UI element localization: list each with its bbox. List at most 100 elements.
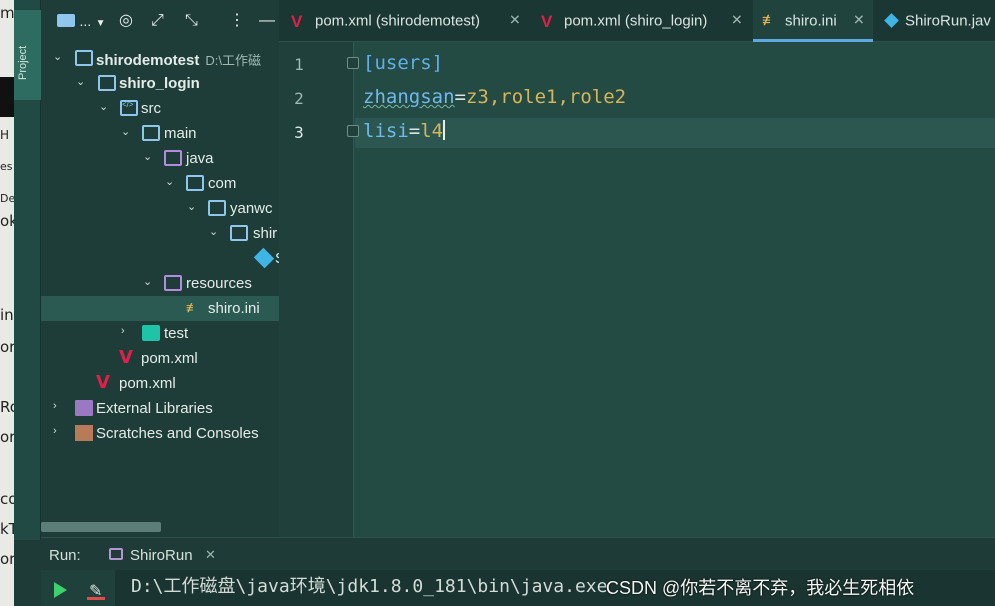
tab-pom-shiro-login[interactable]: V pom.xml (shiro_login) ✕	[529, 0, 751, 42]
tab-shiro-ini[interactable]: ≢ shiro.ini ✕	[753, 0, 873, 42]
project-view-dropdown[interactable]: ... ▼	[57, 12, 105, 33]
tree-item-shirodemotest[interactable]: ⌄ shirodemotest D:\工作磁	[41, 46, 279, 71]
tree-item-pom-login[interactable]: V pom.xml	[41, 346, 279, 371]
tree-item-pom-root[interactable]: V pom.xml	[41, 371, 279, 396]
chevron-down-icon[interactable]: ⌄	[187, 200, 199, 214]
tree-item-scratches[interactable]: › Scratches and Consoles	[41, 421, 279, 446]
class-icon	[884, 13, 899, 28]
chevron-down-icon[interactable]: ⌄	[121, 125, 133, 139]
fold-marker-icon[interactable]	[347, 125, 359, 137]
chevron-down-icon[interactable]: ⌄	[143, 150, 155, 164]
background-text: or	[0, 338, 14, 356]
close-icon[interactable]: ✕	[731, 12, 743, 29]
chevron-down-icon[interactable]: ⌄	[99, 100, 111, 114]
run-config-tab[interactable]: ShiroRun ✕	[101, 538, 225, 571]
project-toolbar: ... ▼ ◎ ⤢ ⤡ ⋮ —	[41, 0, 279, 42]
test-folder-icon	[142, 325, 160, 341]
more-icon[interactable]: ⋮	[229, 12, 245, 30]
run-toolbar: ✎	[41, 570, 115, 606]
tree-item-class[interactable]: S	[41, 246, 279, 271]
fold-marker-icon[interactable]	[347, 57, 359, 69]
background-text: Ro	[0, 398, 14, 416]
background-block	[0, 77, 14, 117]
tree-item-external-libraries[interactable]: › External Libraries	[41, 396, 279, 421]
target-icon[interactable]: ◎	[119, 12, 133, 30]
watermark: CSDN @你若不离不弃，我必生死相依	[606, 578, 915, 598]
chevron-down-icon[interactable]: ⌄	[53, 50, 65, 64]
background-text: kT	[0, 520, 14, 538]
tree-item-name: shirodemotest	[96, 52, 200, 69]
editor-tab-bar: V pom.xml (shirodemotest) ✕ V pom.xml (s…	[279, 0, 995, 42]
editor-gutter: 1 2 3	[279, 42, 354, 537]
expand-icon[interactable]: ⤢	[151, 12, 164, 30]
tree-item-shiro-package[interactable]: ⌄ shir	[41, 221, 279, 246]
ini-key: zhangsan	[363, 86, 455, 108]
chevron-down-icon: ▼	[95, 18, 106, 29]
tree-item-label: pom.xml	[119, 375, 176, 392]
tree-item-label: pom.xml	[141, 350, 198, 367]
close-icon[interactable]: ✕	[853, 12, 865, 29]
tab-label: pom.xml (shiro_login)	[564, 12, 708, 30]
tree-item-shiro-ini[interactable]: ≢ shiro.ini	[41, 296, 279, 321]
run-label: Run:	[49, 547, 81, 564]
ini-key: lisi	[363, 120, 409, 142]
background-text: H	[0, 128, 10, 142]
maven-icon: V	[96, 372, 110, 393]
code-editor[interactable]: 1 2 3 [users] zhangsan=z3,role1,role2 li…	[279, 42, 995, 537]
tree-item-path: D:\工作磁	[205, 53, 261, 68]
tree-item-src[interactable]: ⌄ src	[41, 96, 279, 121]
current-line-highlight	[355, 118, 995, 148]
chevron-right-icon[interactable]: ›	[53, 425, 65, 439]
folder-icon	[75, 50, 93, 66]
tree-item-label: yanwc	[230, 200, 273, 217]
project-tree: ⌄ shirodemotest D:\工作磁 ⌄ shiro_login ⌄ sr…	[41, 46, 279, 446]
chevron-down-icon[interactable]: ⌄	[165, 175, 177, 189]
horizontal-scrollbar[interactable]	[41, 522, 161, 532]
rerun-icon[interactable]	[54, 582, 67, 598]
dropdown-label: ...	[79, 13, 92, 29]
run-config-icon	[109, 548, 123, 560]
tree-item-java[interactable]: ⌄ java	[41, 146, 279, 171]
collapse-icon[interactable]: ⤡	[185, 12, 198, 30]
tab-label: pom.xml (shirodemotest)	[315, 12, 481, 30]
chevron-right-icon[interactable]: ›	[53, 400, 65, 414]
tree-item-test[interactable]: › test	[41, 321, 279, 346]
chevron-down-icon[interactable]: ⌄	[143, 275, 155, 289]
run-tool-header: Run: ShiroRun ✕	[41, 537, 995, 570]
project-tool-tab[interactable]: Project	[14, 10, 41, 100]
tree-item-main[interactable]: ⌄ main	[41, 121, 279, 146]
ini-value: z3,role1,role2	[465, 86, 627, 108]
tree-item-label: test	[164, 325, 189, 342]
wrench-icon[interactable]: ✎	[86, 581, 106, 601]
tree-item-yanwc[interactable]: ⌄ yanwc	[41, 196, 279, 221]
ini-file-icon: ≢	[186, 300, 199, 315]
background-window-edge: m H es De ok in or Ro or co kT or	[0, 0, 14, 606]
tab-label: ShiroRun.jav	[905, 12, 991, 30]
ide-window: m H es De ok in or Ro or co kT or Projec…	[0, 0, 995, 606]
code-line-3: lisi=l4	[363, 120, 446, 142]
chevron-down-icon[interactable]: ⌄	[209, 225, 221, 239]
tool-window-strip: Project	[14, 0, 41, 540]
close-icon[interactable]: ✕	[205, 547, 216, 563]
tab-shirorun[interactable]: ShiroRun.jav	[875, 0, 995, 42]
tree-item-com[interactable]: ⌄ com	[41, 171, 279, 196]
tree-item-resources[interactable]: ⌄ resources	[41, 271, 279, 296]
chevron-right-icon[interactable]: ›	[121, 325, 133, 339]
background-text: co	[0, 490, 14, 508]
tab-pom-shirodemotest[interactable]: V pom.xml (shirodemotest) ✕	[279, 0, 527, 42]
chevron-down-icon[interactable]: ⌄	[76, 75, 88, 89]
folder-icon	[186, 175, 204, 191]
background-text: ok	[0, 212, 14, 230]
tree-item-label: com	[208, 175, 237, 192]
background-text: De	[0, 192, 14, 205]
tree-item-shiro-login[interactable]: ⌄ shiro_login	[41, 71, 279, 96]
project-panel: ... ▼ ◎ ⤢ ⤡ ⋮ — ⌄ shirodemotest D:\工作磁 ⌄ …	[41, 0, 279, 540]
minimize-icon[interactable]: —	[259, 12, 275, 30]
maven-icon: V	[291, 12, 303, 31]
close-icon[interactable]: ✕	[509, 12, 521, 29]
tree-item-label: java	[186, 150, 214, 167]
folder-icon	[57, 14, 75, 27]
library-icon	[75, 400, 93, 416]
tree-item-label: shiro_login	[119, 75, 200, 92]
scratches-icon	[75, 425, 93, 441]
